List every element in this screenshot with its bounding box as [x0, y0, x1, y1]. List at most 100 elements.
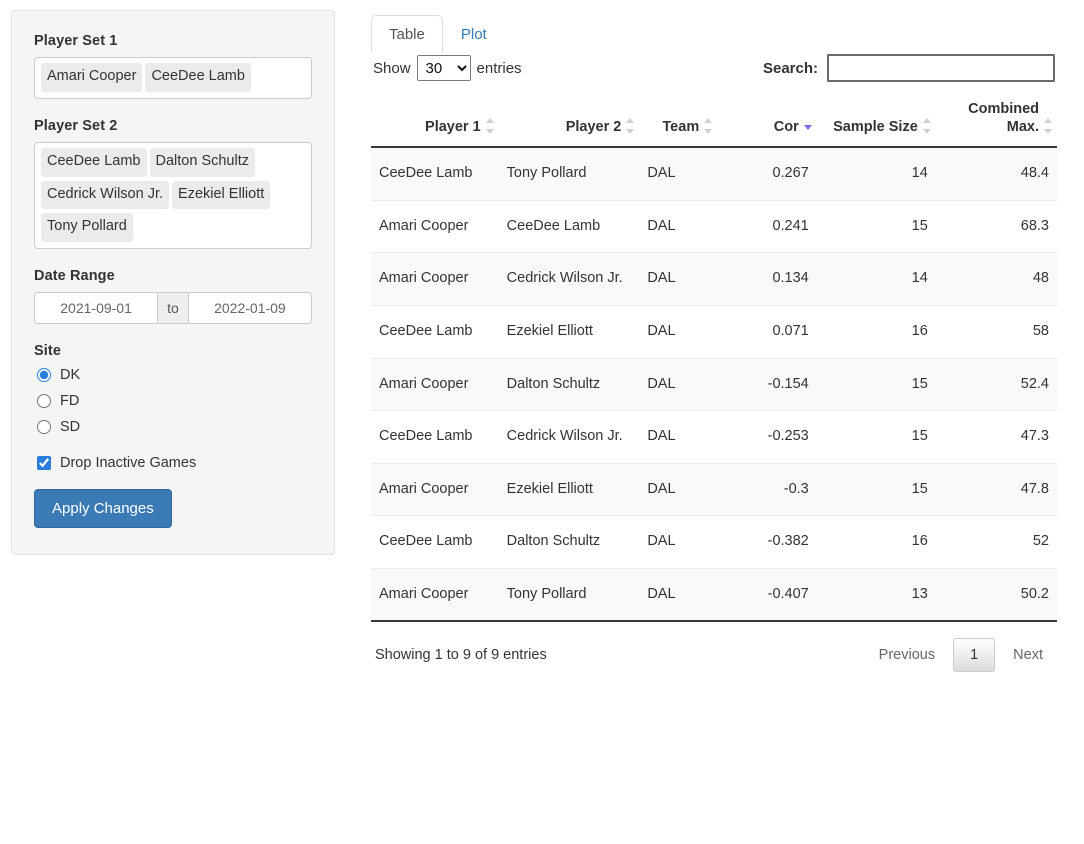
column-header-cor[interactable]: Cor	[717, 92, 817, 149]
search-label: Search:	[762, 59, 818, 77]
filters-panel: Player Set 1 Amari Cooper CeeDee Lamb Pla…	[11, 10, 335, 555]
cell-combined-max: 47.3	[935, 410, 1057, 464]
apply-changes-button[interactable]: Apply Changes	[34, 489, 172, 528]
main-content: Table Plot Show 10253050100 entries Sear…	[371, 8, 1057, 673]
player-token[interactable]: CeeDee Lamb	[145, 63, 251, 92]
pagination-next-button[interactable]: Next	[1001, 639, 1055, 671]
cell-cor: 0.071	[717, 304, 817, 358]
cell-cor: 0.134	[717, 252, 817, 306]
page-length-control: Show 10253050100 entries	[373, 55, 522, 81]
player-set-2-label: Player Set 2	[34, 117, 118, 134]
cell-team: DAL	[647, 165, 676, 182]
cell-team: DAL	[639, 515, 718, 569]
player-token[interactable]: Amari Cooper	[41, 63, 143, 92]
cell-player-2: Dalton Schultz	[498, 515, 640, 569]
cell-player-1: Amari Cooper	[371, 199, 499, 253]
column-header-sample-size[interactable]: Sample Size	[816, 92, 936, 149]
search-control: Search:	[763, 54, 1055, 82]
site-option-fd[interactable]: FD	[34, 393, 312, 409]
sort-arrows-icon	[704, 118, 713, 135]
date-range-label: Date Range	[34, 268, 115, 284]
table-row: Amari Cooper CeeDee Lamb DAL 0.241 15 68.3	[371, 199, 1057, 253]
cell-cor: -0.3	[717, 462, 817, 516]
cell-cor: -0.407	[717, 567, 817, 623]
table-row: Amari Cooper Ezekiel Elliott DAL -0.3 15 47.8	[371, 462, 1057, 516]
cell-player-1: CeeDee Lamb	[371, 410, 499, 464]
player-set-1-label: Player Set 1	[34, 33, 118, 49]
date-range-start-input[interactable]	[35, 293, 158, 323]
app-root: Player Set 1 Amari Cooper CeeDee Lamb Pla…	[0, 0, 1084, 844]
site-radio-label[interactable]: FD	[60, 393, 79, 409]
cell-team: DAL	[639, 252, 718, 306]
player-set-2-group: Player Set 2 CeeDee Lamb Dalton SchultzCe…	[34, 118, 312, 249]
page-length-select[interactable]: 10253050100	[416, 55, 471, 81]
site-option-sd[interactable]: SD	[34, 419, 312, 435]
table-row: CeeDee Lamb Cedrick Wilson Jr. DAL -0.253 15…	[371, 410, 1057, 464]
date-range-end-input[interactable]	[188, 293, 311, 323]
drop-inactive-games-row[interactable]: Drop Inactive Games	[34, 455, 312, 471]
sort-descending-icon	[803, 118, 813, 134]
cell-cor: 0.241	[717, 199, 817, 253]
cell-player-1: CeeDee Lamb	[371, 304, 499, 358]
player-token[interactable]: Tony Pollard	[41, 213, 133, 242]
cell-combined-max: 58	[935, 304, 1057, 358]
cell-player-1: CeeDee Lamb	[371, 515, 499, 569]
cell-player-2: Ezekiel Elliott	[498, 462, 640, 516]
site-option-dk[interactable]: DK	[34, 367, 312, 383]
column-header-cor-label: Cor	[773, 119, 799, 136]
column-header-team[interactable]: Team	[639, 92, 718, 149]
table-row: CeeDee Lamb Dalton Schultz DAL -0.382 16 52	[371, 515, 1057, 569]
cell-player-2: Tony Pollard	[506, 165, 587, 182]
cell-cor: -0.154	[717, 357, 817, 411]
table-row: Amari Cooper Tony Pollard DAL -0.407 13 50.2	[371, 567, 1057, 623]
cell-cor: 0.267	[772, 165, 809, 182]
player-token[interactable]: Cedrick Wilson Jr.	[41, 180, 170, 210]
cell-sample-size: 15	[816, 199, 936, 253]
date-range-control[interactable]: to	[34, 292, 312, 324]
table-row: Amari Cooper Dalton Schultz DAL -0.154 15 52.…	[371, 357, 1057, 411]
player-token[interactable]: CeeDee Lamb	[41, 147, 147, 177]
player-token[interactable]: Ezekiel Elliott	[172, 180, 271, 210]
cell-combined-max: 48.4	[1020, 165, 1049, 182]
cell-player-2: Ezekiel Elliott	[498, 304, 640, 358]
site-radio-label[interactable]: SD	[60, 419, 80, 435]
site-radio-label[interactable]: DK	[60, 367, 80, 383]
table-body: CeeDee Lamb Tony Pollard DAL 0.267 14 48.4 Ama…	[371, 147, 1057, 623]
tab-plot[interactable]: Plot	[443, 15, 505, 54]
column-header-player-1[interactable]: Player 1	[371, 92, 499, 149]
player-set-2-input[interactable]: CeeDee Lamb Dalton SchultzCedrick Wilson …	[34, 141, 312, 249]
tab-table[interactable]: Table	[371, 14, 443, 53]
site-radio-dk[interactable]	[37, 368, 51, 382]
column-header-combined-max-label: Combined Max.	[968, 101, 1039, 136]
cell-sample-size: 15	[816, 410, 936, 464]
cell-sample-size: 13	[816, 567, 936, 623]
table-row: CeeDee Lamb Ezekiel Elliott DAL 0.071 16 58	[371, 304, 1057, 358]
search-input[interactable]	[827, 54, 1055, 82]
column-header-player-2[interactable]: Player 2	[498, 92, 640, 149]
drop-inactive-games-label[interactable]: Drop Inactive Games	[60, 455, 196, 471]
table-row: Amari Cooper Cedrick Wilson Jr. DAL 0.134 14…	[371, 252, 1057, 306]
column-header-player-1-label: Player 1	[425, 119, 481, 136]
pagination-previous-button[interactable]: Previous	[867, 639, 947, 671]
column-header-combined-max[interactable]: Combined Max.	[935, 92, 1057, 149]
pagination: Previous 1 Next	[867, 638, 1055, 673]
cell-player-2: Tony Pollard	[498, 567, 640, 623]
view-tabs: Table Plot	[371, 8, 1057, 54]
cell-sample-size: 15	[816, 357, 936, 411]
cell-combined-max: 52	[935, 515, 1057, 569]
cell-combined-max: 68.3	[935, 199, 1057, 253]
site-label: Site	[34, 343, 61, 359]
player-set-1-input[interactable]: Amari Cooper CeeDee Lamb	[34, 57, 312, 99]
table-info: Showing 1 to 9 of 9 entries	[375, 647, 547, 664]
table-controls: Show 10253050100 entries Search:	[371, 52, 1057, 92]
cell-team: DAL	[639, 410, 718, 464]
player-set-1-group: Player Set 1 Amari Cooper CeeDee Lamb	[34, 33, 312, 99]
site-radio-fd[interactable]	[37, 394, 51, 408]
site-radio-sd[interactable]	[37, 420, 51, 434]
drop-inactive-games-checkbox[interactable]	[37, 456, 51, 470]
cell-player-1: CeeDee Lamb	[379, 165, 473, 182]
table-head: Player 1 Player 2 Team Cor Sample Size C…	[371, 92, 1057, 149]
player-token[interactable]: Dalton Schultz	[149, 147, 255, 177]
pagination-page-1-button[interactable]: 1	[953, 638, 996, 673]
column-header-sample-size-label: Sample Size	[833, 119, 918, 136]
